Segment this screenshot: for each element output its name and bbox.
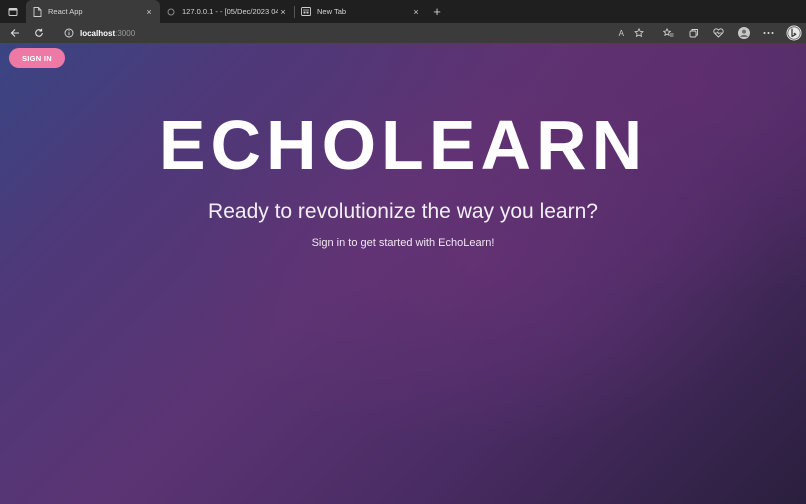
url-host: localhost bbox=[80, 28, 116, 38]
more-dots-icon bbox=[763, 32, 774, 34]
page-tagline: Sign in to get started with EchoLearn! bbox=[311, 237, 495, 249]
browser-essentials-button[interactable] bbox=[706, 23, 731, 43]
browser-toolbar: localhost:3000 A bbox=[0, 23, 806, 43]
tab-actions-icon bbox=[8, 7, 18, 16]
more-menu-button[interactable] bbox=[756, 23, 781, 43]
favorites-icon bbox=[663, 28, 674, 37]
tab-actions-button[interactable] bbox=[0, 0, 26, 23]
refresh-icon bbox=[35, 28, 43, 37]
tab-react-app[interactable]: React App × bbox=[26, 0, 160, 23]
read-aloud-icon[interactable]: A bbox=[619, 29, 624, 38]
tab-title: React App bbox=[48, 7, 83, 16]
close-tab-icon[interactable]: × bbox=[144, 7, 154, 17]
back-button[interactable] bbox=[3, 23, 27, 43]
close-tab-icon[interactable]: × bbox=[411, 7, 421, 17]
favorite-star-icon[interactable] bbox=[634, 28, 644, 38]
url-text[interactable]: localhost:3000 bbox=[80, 29, 135, 38]
tab-server-log[interactable]: 127.0.0.1 - - [05/Dec/2023 04: × bbox=[160, 0, 294, 23]
newtab-icon bbox=[301, 7, 311, 17]
copilot-button[interactable] bbox=[781, 23, 806, 43]
tab-strip: React App × 127.0.0.1 - - [05/Dec/2023 0… bbox=[0, 0, 806, 23]
page-icon bbox=[32, 6, 42, 17]
address-bar-actions: A bbox=[619, 25, 644, 41]
profile-button[interactable] bbox=[731, 23, 756, 43]
loading-icon bbox=[166, 7, 176, 17]
tab-title: New Tab bbox=[317, 7, 347, 16]
close-tab-icon[interactable]: × bbox=[278, 7, 288, 17]
bing-copilot-icon bbox=[786, 25, 801, 41]
new-tab-button[interactable]: + bbox=[427, 0, 447, 23]
heart-pulse-icon bbox=[713, 28, 724, 38]
refresh-button[interactable] bbox=[27, 23, 51, 43]
address-bar[interactable]: localhost:3000 A bbox=[58, 25, 648, 41]
back-arrow-icon bbox=[10, 29, 19, 37]
page-title: ECHOLEARN bbox=[158, 106, 648, 184]
sign-in-button[interactable]: SIGN IN bbox=[9, 48, 65, 68]
page-content: SIGN IN ECHOLEARN Ready to revolutionize… bbox=[0, 43, 806, 504]
toolbar-actions bbox=[656, 23, 806, 43]
url-port: :3000 bbox=[115, 28, 136, 38]
page-subtitle: Ready to revolutionize the way you learn… bbox=[208, 200, 598, 223]
tab-new-tab[interactable]: New Tab × bbox=[295, 0, 427, 23]
collections-button[interactable] bbox=[681, 23, 706, 43]
browser-window: React App × 127.0.0.1 - - [05/Dec/2023 0… bbox=[0, 0, 806, 504]
tab-title: 127.0.0.1 - - [05/Dec/2023 04: bbox=[182, 7, 278, 16]
collections-icon bbox=[689, 29, 698, 38]
avatar bbox=[737, 27, 750, 39]
site-info-icon[interactable] bbox=[58, 28, 80, 38]
favorites-button[interactable] bbox=[656, 23, 681, 43]
